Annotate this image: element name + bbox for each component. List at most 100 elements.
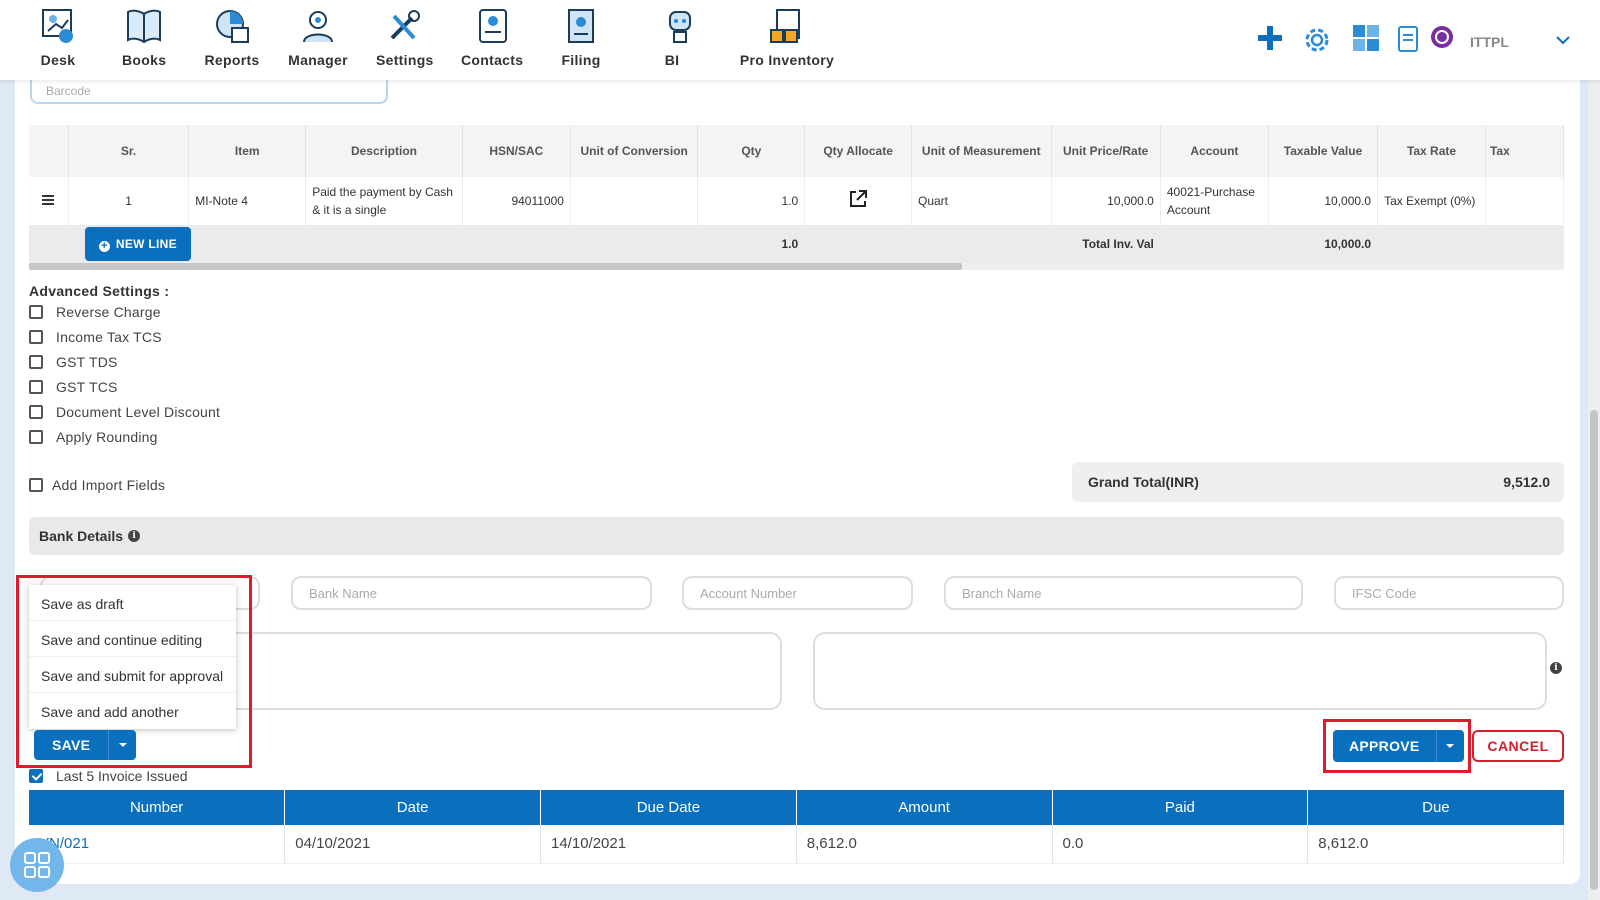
invoice-amount: 8,612.0 [796, 825, 1053, 864]
manager-icon [303, 11, 333, 43]
invoice-date: 04/10/2021 [284, 825, 541, 864]
cell-hsn[interactable]: 94011000 [462, 177, 571, 225]
save-dropdown-toggle[interactable] [108, 730, 137, 760]
menu-item-save-draft[interactable]: Save as draft [29, 585, 236, 621]
grid-icon [24, 852, 50, 878]
apply-rounding-checkbox[interactable]: Apply Rounding [29, 429, 158, 445]
grid-header-handle [29, 125, 69, 177]
checkbox-icon[interactable] [29, 305, 43, 319]
cell-account[interactable]: 40021-Purchase Account [1160, 177, 1269, 225]
approve-dropdown-toggle[interactable] [1435, 730, 1464, 762]
gst-tds-checkbox[interactable]: GST TDS [29, 354, 118, 370]
cell-taxable-value: 10,000.0 [1268, 177, 1379, 225]
grand-total-label: Grand Total(INR) [1088, 474, 1199, 490]
invoice-header: Date [284, 790, 541, 825]
tools-icon [390, 10, 420, 40]
cancel-button[interactable]: CANCEL [1472, 730, 1564, 762]
calculator-icon[interactable] [1352, 24, 1380, 52]
nav-reports[interactable]: Reports [204, 6, 260, 68]
save-options-menu: Save as draft Save and continue editing … [29, 585, 236, 729]
checkbox-icon[interactable] [29, 330, 43, 344]
notes-textarea[interactable] [200, 632, 782, 710]
nav-settings[interactable]: Settings [376, 6, 433, 68]
invoice-due: 8,612.0 [1307, 825, 1564, 864]
nav-desk[interactable]: Desk [38, 6, 78, 68]
menu-item-save-add-another[interactable]: Save and add another [29, 693, 236, 729]
account-number-input[interactable]: Account Number [682, 576, 913, 610]
save-button[interactable]: SAVE [34, 730, 109, 760]
profile-badge-icon[interactable] [1429, 24, 1455, 50]
grid-header: Taxable Value [1268, 125, 1379, 177]
invoice-number[interactable]: VN/021 [29, 825, 286, 864]
nav-contacts[interactable]: Contacts [461, 6, 523, 68]
terms-textarea[interactable] [813, 632, 1547, 710]
grand-total: Grand Total(INR) 9,512.0 [1072, 462, 1564, 502]
nav-bi[interactable]: BI [660, 6, 691, 68]
barcode-input[interactable]: Barcode [30, 80, 388, 104]
cell-uom[interactable]: Quart [911, 177, 1052, 225]
cell-tax-rate[interactable]: Tax Exempt (0%) [1377, 177, 1486, 225]
pro-inventory-icon [770, 9, 800, 43]
org-name[interactable]: ITTPL [1470, 34, 1509, 50]
info-icon[interactable]: i [128, 530, 141, 542]
filing-icon [568, 9, 594, 43]
table-row: 1 MI-Note 4 Paid the payment by Cash & i… [29, 177, 1564, 225]
invoice-paid: 0.0 [1052, 825, 1309, 864]
checkbox-icon[interactable] [29, 478, 43, 492]
add-import-fields-checkbox[interactable]: Add Import Fields [29, 477, 165, 493]
checkbox-icon[interactable] [29, 405, 43, 419]
nav-books[interactable]: Books [122, 6, 166, 68]
branch-name-input[interactable]: Branch Name [944, 576, 1303, 610]
caret-down-icon [1446, 744, 1455, 748]
bank-name-input[interactable]: Bank Name [291, 576, 652, 610]
line-items-grid: Sr. Item Description HSN/SAC Unit of Con… [29, 125, 1564, 270]
ifsc-code-input[interactable]: IFSC Code [1334, 576, 1564, 610]
cell-description[interactable]: Paid the payment by Cash & it is a singl… [305, 177, 463, 225]
chevron-down-icon[interactable] [1555, 32, 1571, 48]
bank-details-header: Bank Details i [29, 517, 1564, 555]
cell-unit-price[interactable]: 10,000.0 [1051, 177, 1161, 225]
info-icon[interactable]: i [1550, 662, 1562, 674]
caret-down-icon [118, 743, 127, 747]
invoice-header: Due [1307, 790, 1564, 825]
income-tax-tcs-checkbox[interactable]: Income Tax TCS [29, 329, 162, 345]
gst-tcs-checkbox[interactable]: GST TCS [29, 379, 118, 395]
invoice-header: Due Date [540, 790, 797, 825]
checkbox-checked-icon[interactable] [29, 769, 43, 783]
drag-handle-icon[interactable] [29, 177, 69, 225]
grid-header: Qty Allocate [804, 125, 912, 177]
grid-total-row: + NEW LINE 1.0 Total Inv. Val 10,000.0 [29, 225, 1564, 263]
document-level-discount-checkbox[interactable]: Document Level Discount [29, 404, 220, 420]
external-link-icon[interactable] [804, 177, 912, 225]
total-qty: 1.0 [697, 225, 806, 263]
add-icon[interactable] [1256, 24, 1284, 52]
grid-header: HSN/SAC [462, 125, 571, 177]
cell-unit-conversion[interactable] [570, 177, 699, 225]
invoice-header: Number [29, 790, 286, 825]
apps-grid-button[interactable] [10, 838, 64, 892]
reports-icon [216, 10, 249, 43]
menu-item-save-continue[interactable]: Save and continue editing [29, 621, 236, 657]
grid-header: Qty [697, 125, 806, 177]
menu-item-save-submit[interactable]: Save and submit for approval [29, 657, 236, 693]
clipboard-icon[interactable] [1397, 24, 1419, 52]
gear-icon[interactable] [1301, 24, 1333, 56]
grid-header: Account [1160, 125, 1269, 177]
cell-item[interactable]: MI-Note 4 [188, 177, 307, 225]
vertical-scrollbar[interactable] [1588, 80, 1600, 900]
cell-qty[interactable]: 1.0 [697, 177, 806, 225]
checkbox-icon[interactable] [29, 380, 43, 394]
grid-horizontal-scrollbar[interactable] [29, 263, 1564, 270]
grid-header: Unit of Conversion [570, 125, 699, 177]
nav-pro-inventory[interactable]: Pro Inventory [739, 6, 835, 68]
new-line-button[interactable]: + NEW LINE [84, 227, 191, 261]
last-invoices-checkbox[interactable]: Last 5 Invoice Issued [29, 768, 188, 784]
reverse-charge-checkbox[interactable]: Reverse Charge [29, 304, 161, 320]
approve-button[interactable]: APPROVE [1333, 730, 1436, 762]
save-button-group: SAVE [34, 730, 137, 760]
checkbox-icon[interactable] [29, 355, 43, 369]
nav-filing[interactable]: Filing [560, 6, 602, 68]
nav-manager[interactable]: Manager [288, 6, 348, 68]
checkbox-icon[interactable] [29, 430, 43, 444]
books-icon [127, 9, 161, 44]
